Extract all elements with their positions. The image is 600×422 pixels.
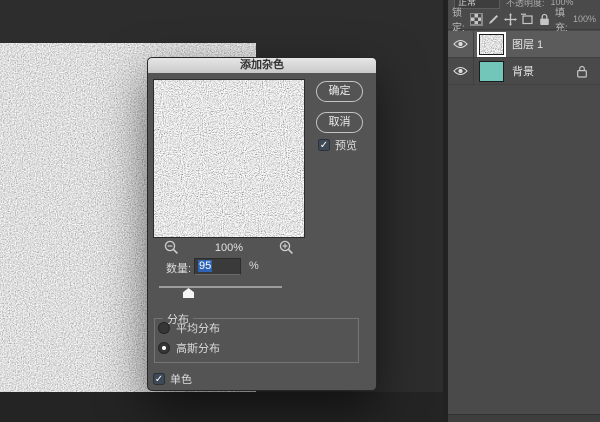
zoom-in-icon[interactable] [279, 240, 294, 255]
layer1-thumbnail-noise [480, 35, 503, 54]
gaussian-radio-label: 高斯分布 [176, 340, 220, 356]
amount-label: 数量: [166, 260, 191, 276]
ok-button[interactable]: 确定 [316, 81, 363, 102]
preview-checkbox[interactable]: ✓ [318, 139, 330, 151]
lock-label: 锁定: [452, 4, 466, 34]
layer1-name[interactable]: 图层 1 [512, 36, 600, 52]
lock-transparency-icon[interactable] [470, 13, 483, 26]
layers-panel: 正常 不透明度: 100% 锁定: 填充: 100% [448, 0, 600, 422]
opacity-label: 不透明度: [506, 0, 545, 9]
noise-preview-box[interactable] [153, 79, 305, 238]
amount-input[interactable]: 95 [194, 258, 241, 275]
monochromatic-checkrow: ✓ 单色 [153, 371, 192, 387]
lock-row: 锁定: 填充: 100% [448, 9, 600, 30]
monochromatic-label: 单色 [170, 371, 192, 387]
preview-zoom-controls: 100% [153, 240, 305, 255]
panel-bottom-bar [448, 414, 600, 422]
uniform-distribution-option[interactable]: 平均分布 [158, 320, 220, 336]
uniform-radio-label: 平均分布 [176, 320, 220, 336]
amount-slider-track[interactable] [159, 286, 282, 288]
eye-icon[interactable] [453, 39, 468, 49]
layer1-visibility-cell[interactable] [448, 31, 474, 58]
add-noise-dialog: 添加杂色 确定 取消 ✓ 预览 100% [147, 57, 377, 391]
eye-icon[interactable] [453, 66, 468, 76]
amount-unit: % [249, 260, 259, 272]
preview-zoom-level: 100% [215, 242, 243, 254]
amount-row: 数量: 95 % [148, 258, 378, 276]
background-name[interactable]: 背景 [512, 63, 576, 79]
background-visibility-cell[interactable] [448, 58, 474, 85]
amount-slider-thumb[interactable] [183, 288, 194, 298]
gaussian-distribution-option[interactable]: 高斯分布 [158, 340, 220, 356]
layer1-thumbnail[interactable] [479, 34, 504, 55]
lock-image-brush-icon[interactable] [487, 13, 500, 26]
lock-position-move-icon[interactable] [504, 13, 517, 26]
zoom-out-icon[interactable] [164, 240, 179, 255]
preview-label: 预览 [335, 137, 357, 153]
dialog-titlebar[interactable]: 添加杂色 [148, 58, 376, 73]
preview-checkrow: ✓ 预览 [318, 137, 357, 153]
monochromatic-checkbox[interactable]: ✓ [153, 373, 165, 385]
cancel-button[interactable]: 取消 [316, 112, 363, 133]
lock-artboard-icon[interactable] [521, 13, 534, 26]
fill-label: 填充: [555, 4, 569, 34]
layer-row-layer1[interactable]: 图层 1 [448, 31, 600, 58]
gaussian-radio[interactable] [158, 342, 170, 354]
fill-value[interactable]: 100% [573, 14, 596, 24]
pasteboard-bottom-shade [0, 392, 443, 422]
background-lock-icon [576, 65, 588, 78]
layer-row-background[interactable]: 背景 [448, 58, 600, 85]
lock-all-icon[interactable] [538, 13, 551, 26]
photoshop-workspace: 添加杂色 确定 取消 ✓ 预览 100% [0, 0, 600, 422]
background-thumbnail[interactable] [479, 61, 504, 82]
noise-preview-texture [154, 80, 304, 237]
amount-value: 95 [198, 260, 212, 272]
uniform-radio[interactable] [158, 322, 170, 334]
